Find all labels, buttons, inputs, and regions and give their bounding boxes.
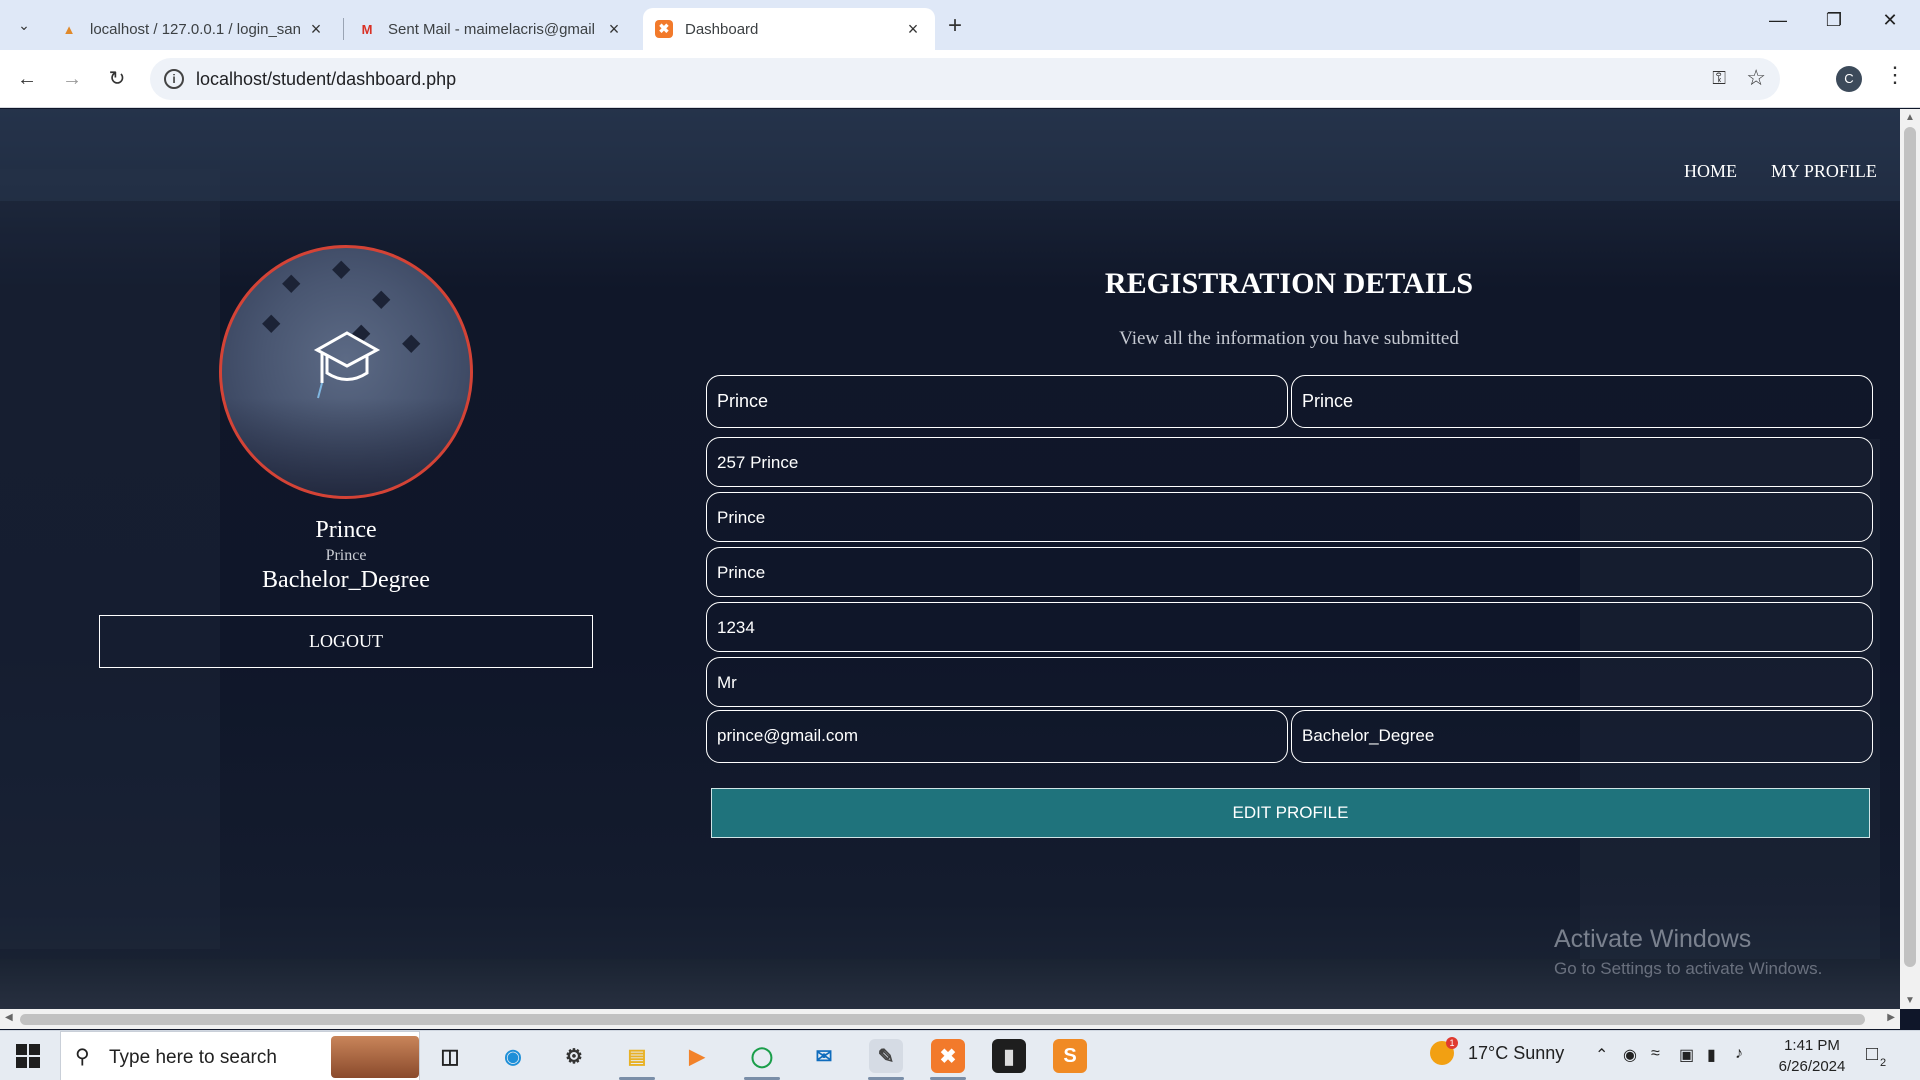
profile-subname: Prince <box>325 547 367 564</box>
registration-subtitle: View all the information you have submit… <box>1119 328 1459 349</box>
search-highlight-image <box>331 1036 419 1078</box>
activate-windows-hint: Go to Settings to activate Windows. <box>1554 959 1823 978</box>
profile-picture: ◆ ◆ ◆ ◆ ◆ ◆ <box>219 245 473 499</box>
scroll-up-arrow-icon[interactable]: ▲ <box>1905 112 1915 123</box>
chevron-up-icon[interactable]: ⌃ <box>1595 1045 1608 1065</box>
volume-icon[interactable]: ♪ <box>1735 1045 1743 1063</box>
media-player-icon[interactable]: ▶ <box>680 1039 714 1073</box>
taskbar-search-placeholder: Type here to search <box>109 1047 277 1068</box>
task-view-icon[interactable]: ◫ <box>433 1039 467 1073</box>
info-field-3[interactable]: Prince <box>706 492 1873 542</box>
kebab-menu-icon[interactable]: ⋮ <box>1884 62 1906 88</box>
reload-icon[interactable]: ↻ <box>102 64 132 94</box>
address-bar[interactable]: i localhost/student/dashboard.php ⚿ ☆ <box>150 58 1780 100</box>
battery-icon[interactable]: ▮ <box>1707 1045 1716 1065</box>
network-icon[interactable]: ≈ <box>1651 1045 1660 1063</box>
clock-time: 1:41 PM <box>1784 1037 1840 1054</box>
tossed-cap-icon: ◆ <box>262 309 281 336</box>
tab-title: Sent Mail - maimelacris@gmail <box>388 20 595 38</box>
tab-dashboard[interactable]: ✖ Dashboard × <box>643 8 935 50</box>
scroll-down-arrow-icon[interactable]: ▼ <box>1905 995 1915 1006</box>
restore-icon[interactable]: ❐ <box>1814 10 1854 31</box>
phpmyadmin-icon: ▲ <box>62 21 76 37</box>
xampp-taskbar-icon[interactable]: ✖ <box>931 1039 965 1073</box>
chrome-icon[interactable]: ◯ <box>745 1039 779 1073</box>
scroll-left-arrow-icon[interactable]: ◀ <box>5 1012 13 1023</box>
first-name-field[interactable]: Prince <box>706 375 1288 428</box>
scrollbar-thumb[interactable] <box>20 1014 1865 1025</box>
tossed-cap-icon: ◆ <box>372 285 391 312</box>
tossed-cap-icon: ◆ <box>332 255 351 282</box>
forward-arrow-icon[interactable]: → <box>57 64 87 94</box>
activate-windows-watermark: Activate Windows <box>1554 925 1752 953</box>
back-arrow-icon[interactable]: ← <box>12 64 42 94</box>
vertical-scrollbar[interactable]: ▲ ▼ <box>1900 109 1920 1009</box>
url-text[interactable]: localhost/student/dashboard.php <box>196 69 456 90</box>
address-field[interactable]: 257 Prince <box>706 437 1873 487</box>
windows-taskbar: ⚲ Type here to search ◫ ◉ ⚙ ▤ ▶ ◯ ✉ ✎ ✖ … <box>0 1030 1920 1080</box>
minimize-icon[interactable]: — <box>1758 10 1798 31</box>
tab-title: Dashboard <box>685 20 759 38</box>
horizontal-scrollbar[interactable]: ◀ ▶ <box>0 1009 1900 1029</box>
xampp-icon: ✖ <box>655 20 673 38</box>
crowd-silhouette <box>222 398 470 496</box>
close-icon[interactable]: × <box>306 19 326 40</box>
tab-title: localhost / 127.0.0.1 / login_san <box>90 20 301 38</box>
settings-gear-icon[interactable]: ⚙ <box>557 1039 591 1073</box>
registration-title: REGISTRATION DETAILS <box>1104 267 1474 300</box>
gmail-icon: M <box>361 21 373 37</box>
profile-avatar-icon[interactable]: C <box>1836 66 1862 92</box>
tab-search-chevron-icon[interactable]: ⌄ <box>10 12 38 38</box>
tossed-cap-icon: ◆ <box>402 329 421 356</box>
password-key-icon[interactable]: ⚿ <box>1712 68 1726 89</box>
scrollbar-thumb[interactable] <box>1904 127 1916 967</box>
tab-phpmyadmin[interactable]: ▲ localhost / 127.0.0.1 / login_san × <box>48 8 338 50</box>
display-icon[interactable]: ▣ <box>1679 1045 1694 1065</box>
close-icon[interactable]: × <box>903 19 923 40</box>
site-header: HOME MY PROFILE <box>0 109 1900 201</box>
tab-gmail[interactable]: M Sent Mail - maimelacris@gmail × <box>346 8 636 50</box>
info-field-4[interactable]: Prince <box>706 547 1873 597</box>
file-explorer-icon[interactable]: ▤ <box>620 1039 654 1073</box>
weather-badge: 1 <box>1446 1037 1458 1049</box>
tossed-cap-icon: ◆ <box>282 269 301 296</box>
notification-count: 2 <box>1880 1057 1887 1069</box>
search-icon: ⚲ <box>75 1046 90 1068</box>
last-name-field[interactable]: Prince <box>1291 375 1873 428</box>
graduation-cap-icon <box>313 331 381 399</box>
terminal-icon[interactable]: ▮ <box>992 1039 1026 1073</box>
system-clock[interactable]: 1:41 PM 6/26/2024 <box>1764 1035 1860 1077</box>
notification-center-icon[interactable]: □ <box>1866 1043 1878 1066</box>
course-field[interactable]: Bachelor_Degree <box>1291 710 1873 763</box>
tab-separator <box>343 18 344 40</box>
bookmark-star-icon[interactable]: ☆ <box>1746 65 1766 91</box>
edge-browser-icon[interactable]: ◉ <box>496 1039 530 1073</box>
number-field[interactable]: 1234 <box>706 602 1873 652</box>
scroll-right-arrow-icon[interactable]: ▶ <box>1887 1012 1895 1023</box>
logout-button[interactable]: LOGOUT <box>99 615 593 668</box>
window-close-icon[interactable]: ✕ <box>1870 10 1910 31</box>
weather-text[interactable]: 17°C Sunny <box>1468 1043 1564 1064</box>
nav-my-profile-link[interactable]: MY PROFILE <box>1771 161 1877 182</box>
taskbar-search-box[interactable]: ⚲ Type here to search <box>60 1031 420 1080</box>
record-icon[interactable]: ◉ <box>1623 1045 1637 1065</box>
dashboard-page: HOME MY PROFILE ◆ ◆ ◆ ◆ ◆ ◆ Prince Princ… <box>0 109 1900 1009</box>
windows-start-icon[interactable] <box>16 1044 40 1068</box>
nav-home-link[interactable]: HOME <box>1684 161 1737 182</box>
browser-toolbar: ← → ↻ i localhost/student/dashboard.php … <box>0 50 1920 108</box>
close-icon[interactable]: × <box>604 19 624 40</box>
clock-date: 6/26/2024 <box>1778 1058 1846 1075</box>
notepad-icon[interactable]: ✎ <box>869 1039 903 1073</box>
email-field[interactable]: prince@gmail.com <box>706 710 1288 763</box>
new-tab-plus-icon[interactable]: + <box>948 12 962 40</box>
background-building <box>0 169 220 949</box>
browser-tab-strip: ⌄ ▲ localhost / 127.0.0.1 / login_san × … <box>0 0 1920 50</box>
profile-name: Prince <box>315 517 377 543</box>
site-info-icon[interactable]: i <box>164 69 184 89</box>
sublime-text-icon[interactable]: S <box>1053 1039 1087 1073</box>
edit-profile-button[interactable]: EDIT PROFILE <box>711 788 1870 838</box>
title-field[interactable]: Mr <box>706 657 1873 707</box>
profile-degree: Bachelor_Degree <box>262 567 430 593</box>
outlook-icon[interactable]: ✉ <box>807 1039 841 1073</box>
